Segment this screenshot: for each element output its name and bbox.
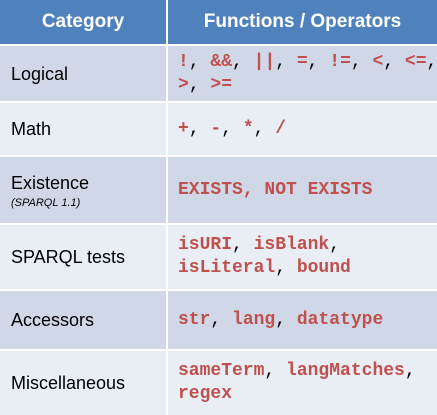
category-cell: Miscellaneous xyxy=(0,351,168,415)
operator-token: , xyxy=(242,179,265,200)
operators-cell: str, lang, datatype xyxy=(168,291,437,349)
category-wrap: Miscellaneous xyxy=(11,372,125,394)
header-cell-functions: Functions / Operators xyxy=(168,0,437,44)
separator: , xyxy=(426,51,437,72)
operators-list: sameTerm, langMatches, regex xyxy=(178,360,416,406)
separator: , xyxy=(275,51,297,72)
operator-token: <= xyxy=(404,51,427,72)
category-label: Logical xyxy=(11,63,69,84)
table-row: SPARQL tests isURI, isBlank, isLiteral, bo… xyxy=(0,223,437,289)
category-wrap: Math xyxy=(11,118,51,140)
operator-token: isBlank xyxy=(253,235,330,255)
category-wrap: Existence (SPARQL 1.1) xyxy=(11,172,89,209)
operators-line: +, -, *, / xyxy=(178,118,286,141)
separator: , xyxy=(210,309,233,330)
operators-list: !, &&, ||, =, !=, <, <=, >, >= xyxy=(178,51,437,97)
operator-token: ! xyxy=(178,51,189,72)
operators-line: sameTerm, langMatches, xyxy=(178,360,416,383)
category-wrap: SPARQL tests xyxy=(11,246,125,268)
separator: , xyxy=(350,51,373,72)
table-row: Accessors str, lang, datatype xyxy=(0,289,437,349)
header-functions-label: Functions / Operators xyxy=(203,11,402,32)
operators-line: >, >= xyxy=(178,74,437,97)
category-wrap: Logical xyxy=(11,63,68,85)
operator-token: sameTerm xyxy=(178,361,265,381)
operator-token: - xyxy=(210,118,222,139)
separator: , xyxy=(264,361,287,381)
separator: , xyxy=(188,74,211,95)
separator: , xyxy=(383,51,405,72)
operators-list: +, -, *, / xyxy=(178,118,286,141)
category-cell: Math xyxy=(0,103,168,155)
separator: , xyxy=(232,51,254,72)
operators-cell: EXISTS, NOT EXISTS xyxy=(168,157,437,223)
operator-token: && xyxy=(210,51,233,72)
operator-token: EXISTS xyxy=(178,179,243,200)
separator: , xyxy=(253,118,276,139)
separator: , xyxy=(188,118,211,139)
operator-token: bound xyxy=(296,258,351,278)
operator-token: NOT EXISTS xyxy=(264,179,373,200)
operator-token: > xyxy=(178,74,189,95)
operator-token: = xyxy=(296,51,308,72)
table-row: Miscellaneous sameTerm, langMatches, regex xyxy=(0,349,437,415)
category-cell: Accessors xyxy=(0,291,168,349)
operator-token: isURI xyxy=(178,235,233,255)
separator: , xyxy=(329,235,341,255)
separator: , xyxy=(188,51,211,72)
operators-cell: sameTerm, langMatches, regex xyxy=(168,351,437,415)
category-subnote: (SPARQL 1.1) xyxy=(11,196,81,209)
category-label: SPARQL tests xyxy=(11,247,126,267)
operator-token: + xyxy=(178,118,189,139)
separator: , xyxy=(275,258,297,278)
table-row: Logical!, &&, ||, =, !=, <, <=, >, >= xyxy=(0,44,437,101)
category-cell: Logical xyxy=(0,46,168,101)
category-label: Existence xyxy=(11,172,90,193)
category-wrap: Accessors xyxy=(11,309,94,331)
operators-cell: isURI, isBlank, isLiteral, bound xyxy=(168,225,437,289)
separator: , xyxy=(232,235,254,255)
operators-line: isLiteral, bound xyxy=(178,257,351,280)
operators-list: EXISTS, NOT EXISTS xyxy=(178,179,372,202)
operator-token: != xyxy=(329,51,351,72)
operators-line: str, lang, datatype xyxy=(178,309,383,332)
operator-token: >= xyxy=(210,74,233,95)
functions-operators-table: Category Functions / Operators Logical!,… xyxy=(0,0,437,415)
operators-cell: !, &&, ||, =, !=, <, <=, >, >= xyxy=(168,46,437,101)
operators-line: regex xyxy=(178,383,416,406)
header-cell-category: Category xyxy=(0,0,168,44)
operator-token: regex xyxy=(178,384,233,404)
table-header-row: Category Functions / Operators xyxy=(0,0,437,44)
category-label: Accessors xyxy=(11,310,95,330)
table-row: Math +, -, *, / xyxy=(0,101,437,155)
operators-line: !, &&, ||, =, !=, <, <=, xyxy=(178,51,437,74)
category-cell: SPARQL tests xyxy=(0,225,168,289)
table-row: Existence (SPARQL 1.1) EXISTS, NOT EXISTS xyxy=(0,155,437,223)
operator-token: isLiteral xyxy=(178,258,276,278)
separator: , xyxy=(307,51,330,72)
separator: , xyxy=(275,309,297,330)
operator-token: / xyxy=(275,118,287,139)
operators-cell: +, -, *, / xyxy=(168,103,437,155)
category-label: Miscellaneous xyxy=(11,373,126,393)
operators-line: EXISTS, NOT EXISTS xyxy=(178,179,372,202)
operators-line: isURI, isBlank, xyxy=(178,234,351,257)
operator-token: langMatches xyxy=(286,361,405,381)
operators-list: isURI, isBlank, isLiteral, bound xyxy=(178,234,351,280)
category-label: Math xyxy=(11,119,52,139)
operators-list: str, lang, datatype xyxy=(178,309,383,332)
operator-token: < xyxy=(372,51,384,72)
operator-token: str xyxy=(178,309,211,330)
separator: , xyxy=(404,361,416,381)
header-category-label: Category xyxy=(41,11,125,32)
operator-token: lang xyxy=(232,309,276,330)
operator-token: * xyxy=(242,118,254,139)
separator: , xyxy=(221,118,243,139)
operator-token: datatype xyxy=(296,309,384,330)
operator-token: || xyxy=(253,51,276,72)
category-cell: Existence (SPARQL 1.1) xyxy=(0,157,168,223)
